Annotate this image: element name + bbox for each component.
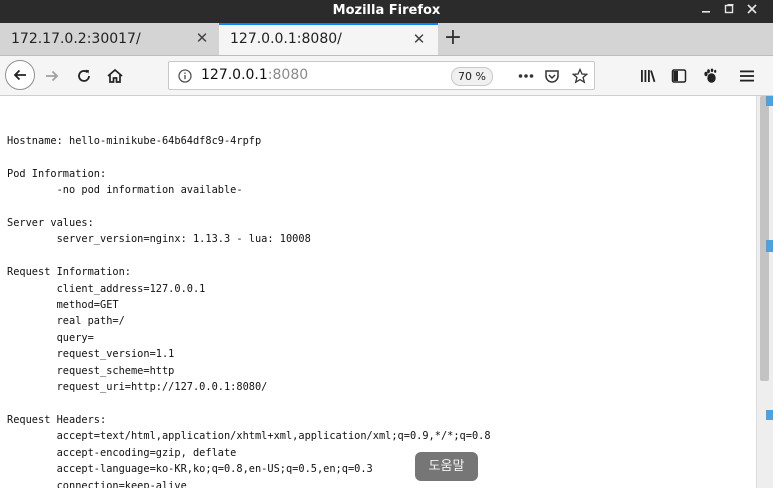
response-line: Server values: — [7, 217, 94, 230]
back-arrow-icon — [13, 69, 26, 81]
forward-button[interactable] — [38, 62, 66, 90]
response-line: request_version=1.1 — [7, 348, 175, 361]
close-window-icon[interactable] — [741, 2, 763, 21]
help-button[interactable]: 도움말 — [415, 452, 478, 481]
response-line: real path=/ — [7, 315, 125, 328]
close-tab-icon[interactable]: ✕ — [410, 30, 428, 48]
new-tab-button[interactable]: + — [441, 27, 465, 51]
window-title: Mozilla Firefox — [332, 3, 441, 18]
desktop-edge — [766, 240, 773, 252]
response-line: client_address=127.0.0.1 — [7, 282, 206, 295]
response-line: Request Headers: — [7, 413, 107, 426]
url-bar[interactable]: 127.0.0.1:8080 70 % — [168, 61, 595, 90]
tab-1[interactable]: 172.17.0.2:30017/ ✕ — [0, 23, 219, 55]
page-actions-icon[interactable] — [515, 65, 537, 87]
response-line: Hostname: hello-minikube-64b64df8c9-4rpf… — [7, 135, 262, 147]
response-line: connection=keep-alive — [7, 479, 187, 488]
url-port: :8080 — [267, 67, 309, 83]
vertical-scrollbar[interactable] — [756, 96, 773, 488]
maximize-icon[interactable] — [718, 2, 740, 21]
desktop-edge — [766, 410, 773, 420]
response-line: accept-encoding=gzip, deflate — [7, 446, 237, 459]
tab-1-label: 172.17.0.2:30017/ — [11, 31, 141, 47]
page-content: Hostname: hello-minikube-64b64df8c9-4rpf… — [0, 96, 756, 488]
tab-2-label: 127.0.0.1:8080/ — [230, 31, 342, 47]
tab-2[interactable]: 127.0.0.1:8080/ ✕ — [219, 23, 438, 55]
forward-arrow-icon — [46, 70, 59, 82]
library-button[interactable] — [634, 62, 662, 90]
menu-button[interactable] — [733, 62, 761, 90]
response-line: accept-language=ko-KR,ko;q=0.8,en-US;q=0… — [7, 463, 373, 476]
sidebar-button[interactable] — [665, 62, 693, 90]
reload-icon — [78, 69, 90, 82]
home-icon — [107, 68, 123, 83]
library-icon — [641, 70, 656, 83]
tab-strip: 172.17.0.2:30017/ ✕ 127.0.0.1:8080/ ✕ + — [0, 23, 773, 56]
url-host: 127.0.0.1 — [201, 67, 268, 83]
response-line: -no pod information available- — [7, 184, 243, 197]
gnome-foot-icon — [704, 68, 717, 83]
gnome-extension-button[interactable] — [696, 62, 724, 90]
hamburger-menu-icon — [740, 70, 754, 82]
response-line: method=GET — [7, 299, 119, 312]
minimize-icon[interactable] — [695, 2, 717, 21]
response-line: request_scheme=http — [7, 364, 175, 377]
response-line: Request Information: — [7, 266, 131, 279]
response-line: request_uri=http://127.0.0.1:8080/ — [7, 381, 268, 394]
pocket-icon[interactable] — [541, 65, 563, 87]
home-button[interactable] — [101, 62, 129, 90]
desktop-edge — [766, 96, 773, 106]
response-text: Hostname: hello-minikube-64b64df8c9-4rpf… — [7, 133, 491, 488]
response-line: Pod Information: — [7, 167, 107, 180]
response-line: accept=text/html,application/xhtml+xml,a… — [7, 430, 491, 443]
sidebar-icon — [671, 69, 687, 83]
navigation-toolbar: 127.0.0.1:8080 70 % — [0, 56, 773, 96]
scrollbar-thumb[interactable] — [760, 96, 769, 381]
reload-button[interactable] — [70, 62, 98, 90]
zoom-indicator[interactable]: 70 % — [451, 67, 493, 86]
close-tab-icon[interactable]: ✕ — [193, 29, 211, 47]
window-titlebar: Mozilla Firefox — [0, 0, 773, 23]
url-text: 127.0.0.1:8080 — [201, 67, 308, 83]
response-line: server_version=nginx: 1.13.3 - lua: 1000… — [7, 233, 311, 246]
info-icon[interactable] — [178, 68, 192, 87]
back-button[interactable] — [5, 60, 35, 90]
bookmark-star-icon[interactable] — [569, 65, 591, 87]
response-line: query= — [7, 331, 94, 344]
